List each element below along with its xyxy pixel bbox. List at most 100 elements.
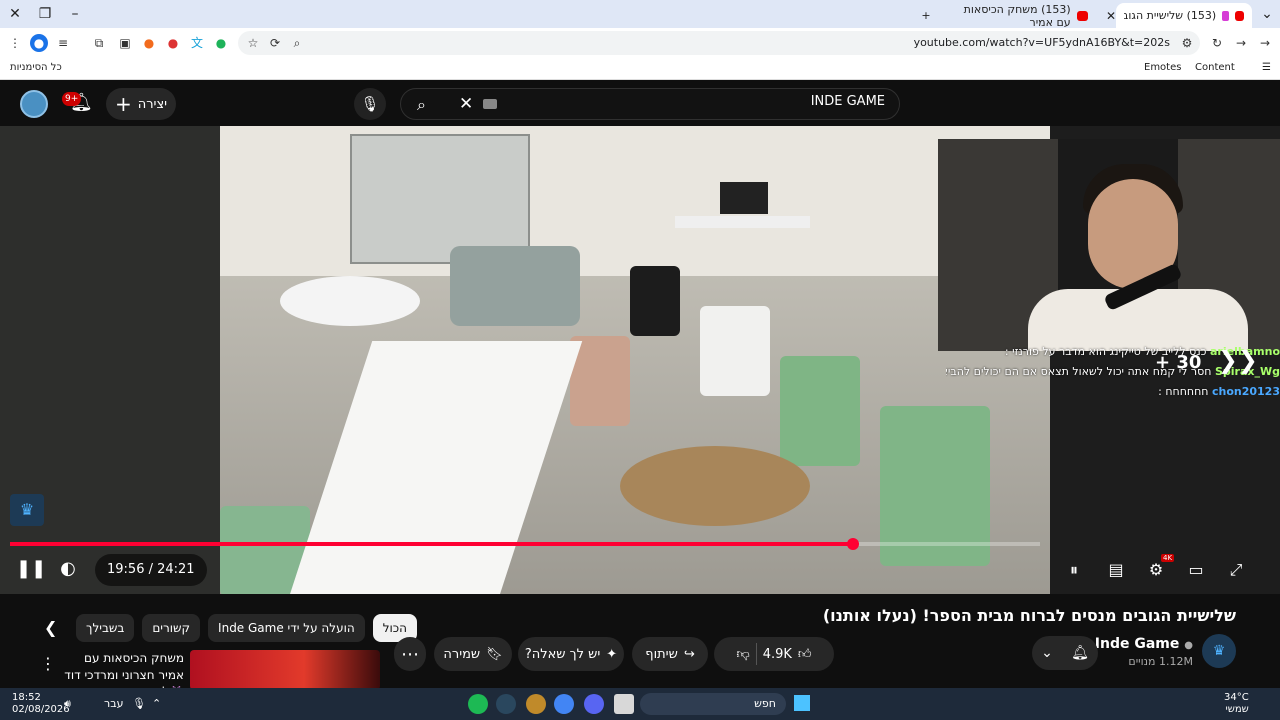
window-close-icon[interactable]: ✕	[4, 4, 26, 24]
windows-taskbar: 18:52 02/08/2026 🔊︎ עבר 🎙︎ ⌃ חפש 34°C שמ…	[0, 688, 1280, 720]
chrome-icon[interactable]	[554, 694, 574, 714]
chat-line: chon20123 חחחחחח :	[946, 382, 1280, 402]
reading-list-icon[interactable]: ≡	[54, 34, 72, 52]
thumbs-up-icon: 👍︎	[797, 646, 812, 662]
extension-fox-icon[interactable]: ●	[140, 34, 158, 52]
all-bookmarks-link[interactable]: כל הסימניות	[10, 62, 62, 73]
speaker-icon[interactable]: 🔊︎	[64, 697, 71, 711]
plus-icon: +	[114, 92, 132, 116]
chip-related[interactable]: קשורים	[142, 614, 201, 642]
extension-green-icon[interactable]: ●	[212, 34, 230, 52]
like-dislike-group: 👍︎ 4.9K 👎︎	[714, 637, 834, 671]
url-text: youtube.com/watch?v=UF5ydnA16BY&t=202s	[913, 36, 1170, 49]
bookmark-emotes[interactable]: Emotes	[1144, 62, 1181, 73]
more-vertical-icon[interactable]: ⋮	[40, 654, 56, 673]
weather-temp: 34°C	[1224, 692, 1249, 703]
input-language[interactable]: עבר	[104, 697, 123, 710]
app-icon[interactable]	[526, 694, 546, 714]
back-icon[interactable]: →	[1256, 34, 1274, 52]
video-player[interactable]: arielbamno כנס ללייב של טייקינג הוא מדבר…	[0, 126, 1280, 594]
channel-avatar[interactable]: ♛	[1202, 634, 1236, 668]
subtitles-icon[interactable]: ▤	[1102, 558, 1130, 582]
thumbs-down-icon: 👎︎	[736, 646, 750, 662]
double-chevron-icon: ❯❯	[1217, 346, 1258, 374]
system-clock[interactable]: 18:52 02/08/2026	[12, 692, 70, 716]
new-tab-button[interactable]: +	[916, 3, 936, 28]
theater-mode-icon[interactable]: ▭	[1182, 558, 1210, 582]
clear-search-icon[interactable]: ✕	[459, 94, 473, 114]
taskbar-search[interactable]: חפש	[640, 693, 786, 715]
create-button[interactable]: יצירה +	[106, 88, 176, 120]
time-display: 19:56 / 24:21	[95, 554, 207, 586]
notification-count-badge: 9+	[62, 92, 82, 106]
share-button[interactable]: ↪ שיתוף	[632, 637, 708, 671]
recommended-thumbnail[interactable]	[190, 650, 380, 690]
progress-scrubber[interactable]	[846, 538, 859, 550]
chevron-down-icon: ⌄	[1041, 645, 1053, 661]
ask-button[interactable]: ✦ יש לך שאלה?	[518, 637, 624, 671]
bookmark-star-icon[interactable]: ☆	[244, 34, 262, 52]
channel-name[interactable]: Inde Game ●	[1095, 636, 1193, 652]
account-avatar[interactable]	[20, 90, 48, 118]
verified-icon: ●	[1184, 640, 1193, 651]
fullscreen-icon[interactable]: ⤢	[1222, 558, 1250, 582]
autoplay-toggle-icon[interactable]: ⏸︎	[1060, 558, 1088, 582]
volume-icon[interactable]: ◐	[56, 558, 80, 579]
save-button[interactable]: 🔖︎ שמירה	[434, 637, 512, 671]
chat-user: chon20123	[1211, 385, 1280, 398]
extensions-icon[interactable]: ⧉	[90, 34, 108, 52]
clock-date: 02/08/2026	[12, 704, 70, 715]
forward-icon[interactable]: →	[1232, 34, 1250, 52]
channel-name-text: Inde Game	[1094, 636, 1180, 652]
window-minimize-icon[interactable]: –	[64, 4, 86, 24]
weather-widget[interactable]: 34°C שמשי	[1224, 692, 1249, 716]
pause-icon[interactable]: ❚❚	[16, 558, 46, 579]
like-count: 4.9K	[762, 646, 792, 662]
spotify-icon[interactable]	[468, 694, 488, 714]
browser-toolbar: ⋮ ● ≡ ⧉ ▣ ● ● 文 ● ☆ ⟳ ⌕ youtube.com/watc…	[0, 28, 1280, 58]
chips-chevron-left-icon[interactable]: ❮	[44, 618, 57, 637]
progress-bar[interactable]	[10, 538, 1040, 550]
windows-start-icon[interactable]	[794, 695, 810, 711]
tab-chairs-game[interactable]: (153) משחק הכיסאות עם אמיר	[940, 2, 1096, 29]
profile-icon[interactable]: ●	[30, 34, 48, 52]
voice-search-icon[interactable]: 🎙︎	[354, 88, 386, 120]
extension-translate-icon[interactable]: 文	[188, 34, 206, 52]
tab-title: (153) משחק הכיסאות עם אמיר	[963, 2, 1071, 29]
mic-tray-icon[interactable]: 🎙︎	[132, 697, 146, 710]
search-icon[interactable]: ⌕	[417, 95, 426, 115]
menu-kebab-icon[interactable]: ⋮	[6, 34, 24, 52]
tray-chevron-icon[interactable]: ⌃	[152, 697, 161, 710]
chip-for-you[interactable]: בשבילך	[76, 614, 135, 642]
keyboard-icon[interactable]	[483, 99, 497, 109]
tab-audio-icon	[1222, 10, 1229, 21]
subscribed-button[interactable]: ⌄ 🔔︎	[1032, 636, 1098, 670]
address-bar[interactable]: ☆ ⟳ ⌕ youtube.com/watch?v=UF5ydnA16BY&t=…	[238, 31, 1200, 55]
progress-played	[10, 542, 853, 546]
steam-icon[interactable]	[496, 694, 516, 714]
more-actions-button[interactable]: ⋯	[394, 637, 426, 671]
channel-watermark-icon[interactable]: ♛	[10, 494, 44, 526]
skip-forward-button[interactable]: + 30 ❯❯	[1155, 346, 1258, 374]
streamer-webcam	[938, 139, 1280, 351]
reload-icon[interactable]: ↻	[1208, 34, 1226, 52]
recommended-video-item[interactable]: משחק הכיסאות עם אמיר חצרוני ומרדכי דוד 👾…	[40, 646, 380, 699]
bookmark-content[interactable]: Content	[1195, 62, 1235, 73]
like-button[interactable]: 👍︎ 4.9K	[763, 647, 812, 662]
file-explorer-icon[interactable]	[614, 694, 634, 714]
dislike-button[interactable]: 👎︎	[737, 647, 750, 662]
tab-search-icon[interactable]: ⌄	[1256, 4, 1278, 24]
bookmark-icon: 🔖︎	[486, 646, 503, 662]
youtube-favicon-icon	[1076, 10, 1088, 21]
extension-red-icon[interactable]: ●	[164, 34, 182, 52]
zoom-icon[interactable]: ⌕	[288, 34, 306, 52]
discord-icon[interactable]	[584, 694, 604, 714]
chip-uploaded-by[interactable]: הועלה על ידי Inde Game	[208, 614, 365, 642]
site-settings-icon[interactable]: ⚙	[1178, 34, 1196, 52]
cast-icon[interactable]: ⟳	[266, 34, 284, 52]
search-input[interactable]	[585, 94, 885, 109]
tab-current-video[interactable]: (153) שלישיית הגובים מנסי…	[1116, 3, 1252, 28]
extension-screen-icon[interactable]: ▣	[116, 34, 134, 52]
bookmarks-menu-icon[interactable]: ☰	[1262, 62, 1271, 73]
window-restore-icon[interactable]: ❐	[34, 4, 56, 24]
